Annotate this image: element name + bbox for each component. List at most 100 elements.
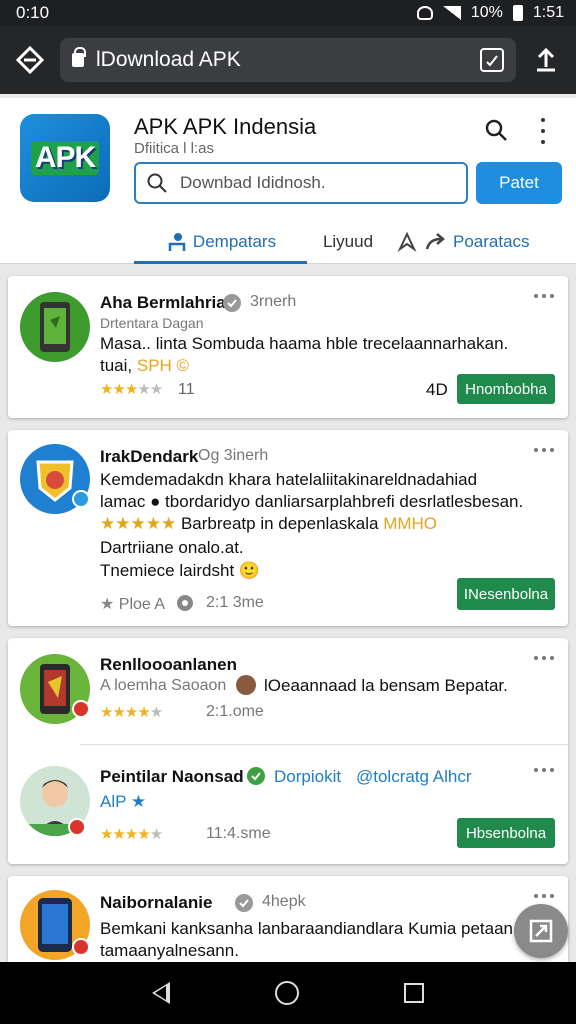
battery-icon bbox=[512, 5, 523, 21]
download-button[interactable]: Hnombobha bbox=[457, 374, 555, 404]
item-time: 2:1.ome bbox=[206, 703, 264, 720]
item-description: Masa.. linta Sombuda haama hble trecelaa… bbox=[100, 334, 509, 353]
item-rating-line: ★★★★★ Barbreatp in depenlaskala MMHO bbox=[100, 514, 438, 533]
item-time: 2:1 3me bbox=[206, 594, 264, 611]
item-link-2[interactable]: @tolcratg Alhcr bbox=[356, 767, 472, 787]
app-title: APK APK Indensia bbox=[134, 114, 317, 139]
home-icon[interactable] bbox=[274, 981, 299, 1005]
list-item[interactable]: Naibornalanie 4hepk Bemkani kanksanha la… bbox=[8, 876, 568, 966]
search-icon bbox=[147, 173, 167, 193]
url-bar[interactable]: lDownload APK bbox=[60, 38, 516, 82]
item-meta: A loemha Saoaon bbox=[100, 677, 227, 694]
status-time: 0:10 bbox=[16, 3, 50, 22]
item-meta: 3rnerh bbox=[250, 293, 297, 310]
search-icon[interactable] bbox=[484, 118, 508, 142]
lock-icon bbox=[72, 47, 86, 67]
verified-icon bbox=[247, 767, 265, 785]
share-button[interactable] bbox=[516, 26, 576, 94]
search-input[interactable]: Downbad Ididnosh. bbox=[134, 162, 468, 204]
status-clock: 1:51 bbox=[532, 4, 564, 21]
tab-dempatars[interactable]: Dempatars bbox=[134, 220, 307, 264]
app-subtitle: Dfiitica l l:as bbox=[134, 140, 215, 157]
item-tag: 4D bbox=[426, 380, 448, 399]
rating-stars: ★★★★★ bbox=[100, 826, 163, 843]
clock-icon bbox=[177, 595, 193, 611]
item-description: Kemdemadakdn khara hatelaliitakinareldna… bbox=[100, 470, 478, 489]
download-button[interactable]: Hbsenbolna bbox=[457, 818, 555, 848]
phone-icon bbox=[40, 302, 70, 352]
status-badge bbox=[68, 818, 86, 836]
item-title: IrakDendark bbox=[100, 447, 199, 466]
verified-badge bbox=[72, 490, 90, 508]
tab-liyuud[interactable]: Liyuud bbox=[307, 220, 389, 264]
download-button[interactable]: INesenbolna bbox=[457, 578, 555, 610]
diamond-arrows-icon bbox=[15, 45, 45, 75]
upload-icon bbox=[537, 47, 555, 72]
more-options-icon[interactable] bbox=[534, 656, 554, 662]
back-icon[interactable] bbox=[152, 982, 171, 1004]
more-options-icon[interactable] bbox=[534, 894, 554, 900]
item-meta: 4hepk bbox=[262, 893, 306, 910]
item-title: Naibornalanie bbox=[100, 893, 213, 912]
divider bbox=[80, 744, 568, 745]
item-title: Aha Bermlahria bbox=[100, 293, 226, 312]
search-placeholder: Downbad Ididnosh. bbox=[180, 173, 326, 192]
app-header: APK APK APK Indensia Dfiitica l l:as Dow… bbox=[0, 98, 576, 264]
item-description: lOeaannaad la bensam Bepatar. bbox=[264, 676, 508, 695]
item-meta: Og 3inerh bbox=[198, 447, 269, 464]
recent-apps-icon[interactable] bbox=[403, 983, 424, 1003]
system-nav-bar bbox=[0, 962, 576, 1024]
item-description: Bemkani kanksanha lanbaraandiandlara Kum… bbox=[100, 919, 514, 938]
tab-poaratacs[interactable]: Poaratacs bbox=[425, 220, 575, 264]
browser-home-button[interactable] bbox=[0, 26, 60, 94]
tab-send[interactable] bbox=[389, 220, 425, 264]
item-note-2: Tnemiece lairdsht 🙂 bbox=[100, 561, 261, 580]
verified-icon bbox=[223, 294, 241, 312]
more-options-icon[interactable] bbox=[534, 294, 554, 300]
star-icon: ★ bbox=[100, 596, 115, 613]
item-time: 11:4.sme bbox=[206, 825, 271, 842]
forward-arrow-icon bbox=[425, 233, 445, 250]
list-item[interactable]: Aha Bermlahria 3rnerh Drtentara Dagan Ma… bbox=[8, 276, 568, 418]
smile-emoji-icon: 🙂 bbox=[238, 561, 261, 580]
tab-bar: Dempatars Liyuud Poaratacs bbox=[134, 220, 576, 264]
search-submit-button[interactable]: Patet bbox=[476, 162, 562, 204]
more-options-icon[interactable] bbox=[536, 118, 550, 144]
rating-stars: ★★★★★ bbox=[100, 514, 177, 533]
item-description-2: tuai, SPH © bbox=[100, 356, 190, 375]
tab-switcher-button[interactable] bbox=[480, 48, 504, 72]
item-footer: ★ Ploe A bbox=[100, 596, 166, 613]
item-note: Dartriiane onalo.at. bbox=[100, 538, 244, 557]
item-link[interactable]: Dorpiokit bbox=[274, 767, 341, 787]
more-options-icon[interactable] bbox=[534, 448, 554, 454]
rating-stars: ★★★★★ bbox=[100, 704, 163, 721]
item-title: Peintilar Naonsad bbox=[100, 767, 244, 786]
browser-toolbar: lDownload APK bbox=[0, 26, 576, 94]
alarm-icon bbox=[416, 6, 433, 20]
item-subtitle: AlP ★ bbox=[100, 792, 147, 811]
status-badge bbox=[72, 938, 90, 956]
rating-stars: ★★★★★ bbox=[100, 381, 163, 398]
item-title: Renlloooanlanen bbox=[100, 655, 237, 674]
verified-icon bbox=[235, 894, 253, 912]
rating-count: 11 bbox=[178, 381, 195, 398]
app-logo-text: APK bbox=[30, 141, 100, 175]
item-description-2: lamac ● tbordaridyo danliarsarplahbrefi … bbox=[100, 492, 524, 511]
url-text: lDownload APK bbox=[96, 48, 241, 71]
status-bar: 0:10 10% 1:51 bbox=[0, 0, 576, 26]
wifi-signal-icon bbox=[442, 6, 461, 20]
app-logo: APK bbox=[20, 114, 110, 202]
item-description-2: tamaanyalnesann. bbox=[100, 941, 239, 960]
floating-action-button[interactable] bbox=[514, 904, 568, 958]
person-icon bbox=[168, 233, 186, 251]
star-icon: ★ bbox=[130, 792, 147, 811]
item-subtitle: Drtentara Dagan bbox=[100, 315, 204, 331]
send-icon bbox=[397, 232, 417, 252]
list-group: Renlloooanlanen A loemha Saoaon lOeaanna… bbox=[8, 638, 568, 864]
more-options-icon[interactable] bbox=[534, 768, 554, 774]
check-icon bbox=[486, 55, 498, 67]
list-item[interactable]: IrakDendark Og 3inerh Kemdemadakdn khara… bbox=[8, 430, 568, 626]
status-badge bbox=[72, 700, 90, 718]
edit-icon bbox=[529, 919, 553, 943]
battery-percent: 10% bbox=[470, 4, 503, 21]
